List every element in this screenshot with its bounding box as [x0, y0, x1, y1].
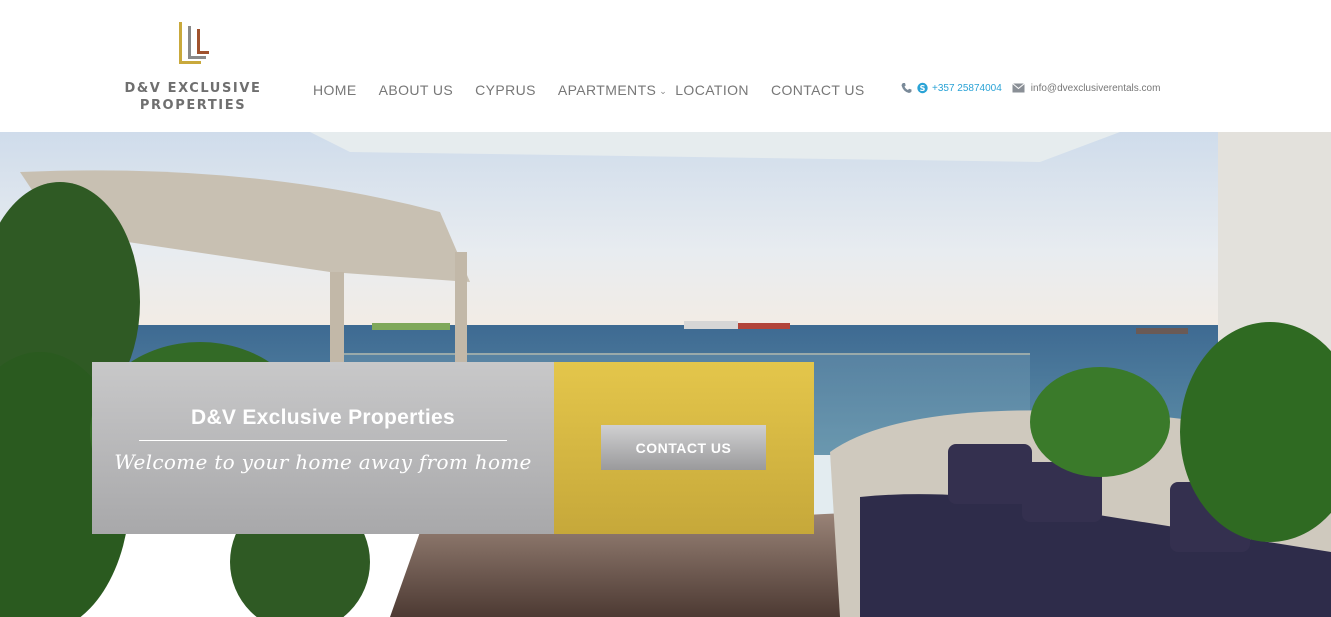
- nav-apartments[interactable]: APARTMENTS ⌄: [558, 82, 667, 98]
- hero-welcome-panel: D&V Exclusive Properties Welcome to your…: [92, 362, 554, 534]
- hero-banner: D&V Exclusive Properties Welcome to your…: [0, 132, 1331, 617]
- main-nav: HOME ABOUT US CYPRUS APARTMENTS ⌄ LOCATIO…: [313, 80, 887, 100]
- site-header: D&V EXCLUSIVE PROPERTIES HOME ABOUT US C…: [0, 0, 1331, 132]
- contact-us-button[interactable]: CONTACT US: [601, 425, 766, 470]
- brand-name-line2: PROPERTIES: [139, 98, 247, 113]
- phone-icon: [901, 83, 912, 93]
- phone-link[interactable]: +357 25874004: [932, 83, 1002, 94]
- hero-tagline: Welcome to your home away from home: [114, 450, 532, 474]
- contact-strip: S +357 25874004 info@dvexclusiverentals.…: [900, 80, 1160, 96]
- dv-logo-icon: [179, 22, 209, 64]
- nav-contact-us[interactable]: CONTACT US: [771, 82, 865, 98]
- brand-logo[interactable]: D&V EXCLUSIVE PROPERTIES: [118, 18, 268, 118]
- hero-divider: [139, 440, 507, 441]
- nav-home[interactable]: HOME: [313, 82, 357, 98]
- nav-about-us[interactable]: ABOUT US: [379, 82, 454, 98]
- envelope-icon: [1011, 83, 1025, 93]
- nav-cyprus[interactable]: CYPRUS: [475, 82, 536, 98]
- nav-apartments-label: APARTMENTS: [557, 82, 657, 98]
- nav-location[interactable]: LOCATION: [675, 82, 749, 98]
- hero-cta-panel: CONTACT US: [554, 362, 814, 534]
- svg-text:S: S: [920, 84, 926, 93]
- skype-icon: S: [917, 82, 928, 94]
- hero-title: D&V Exclusive Properties: [191, 406, 455, 429]
- email-link[interactable]: info@dvexclusiverentals.com: [1031, 83, 1161, 94]
- brand-name-line1: D&V EXCLUSIVE: [124, 81, 262, 96]
- chevron-down-icon: ⌄: [659, 86, 668, 96]
